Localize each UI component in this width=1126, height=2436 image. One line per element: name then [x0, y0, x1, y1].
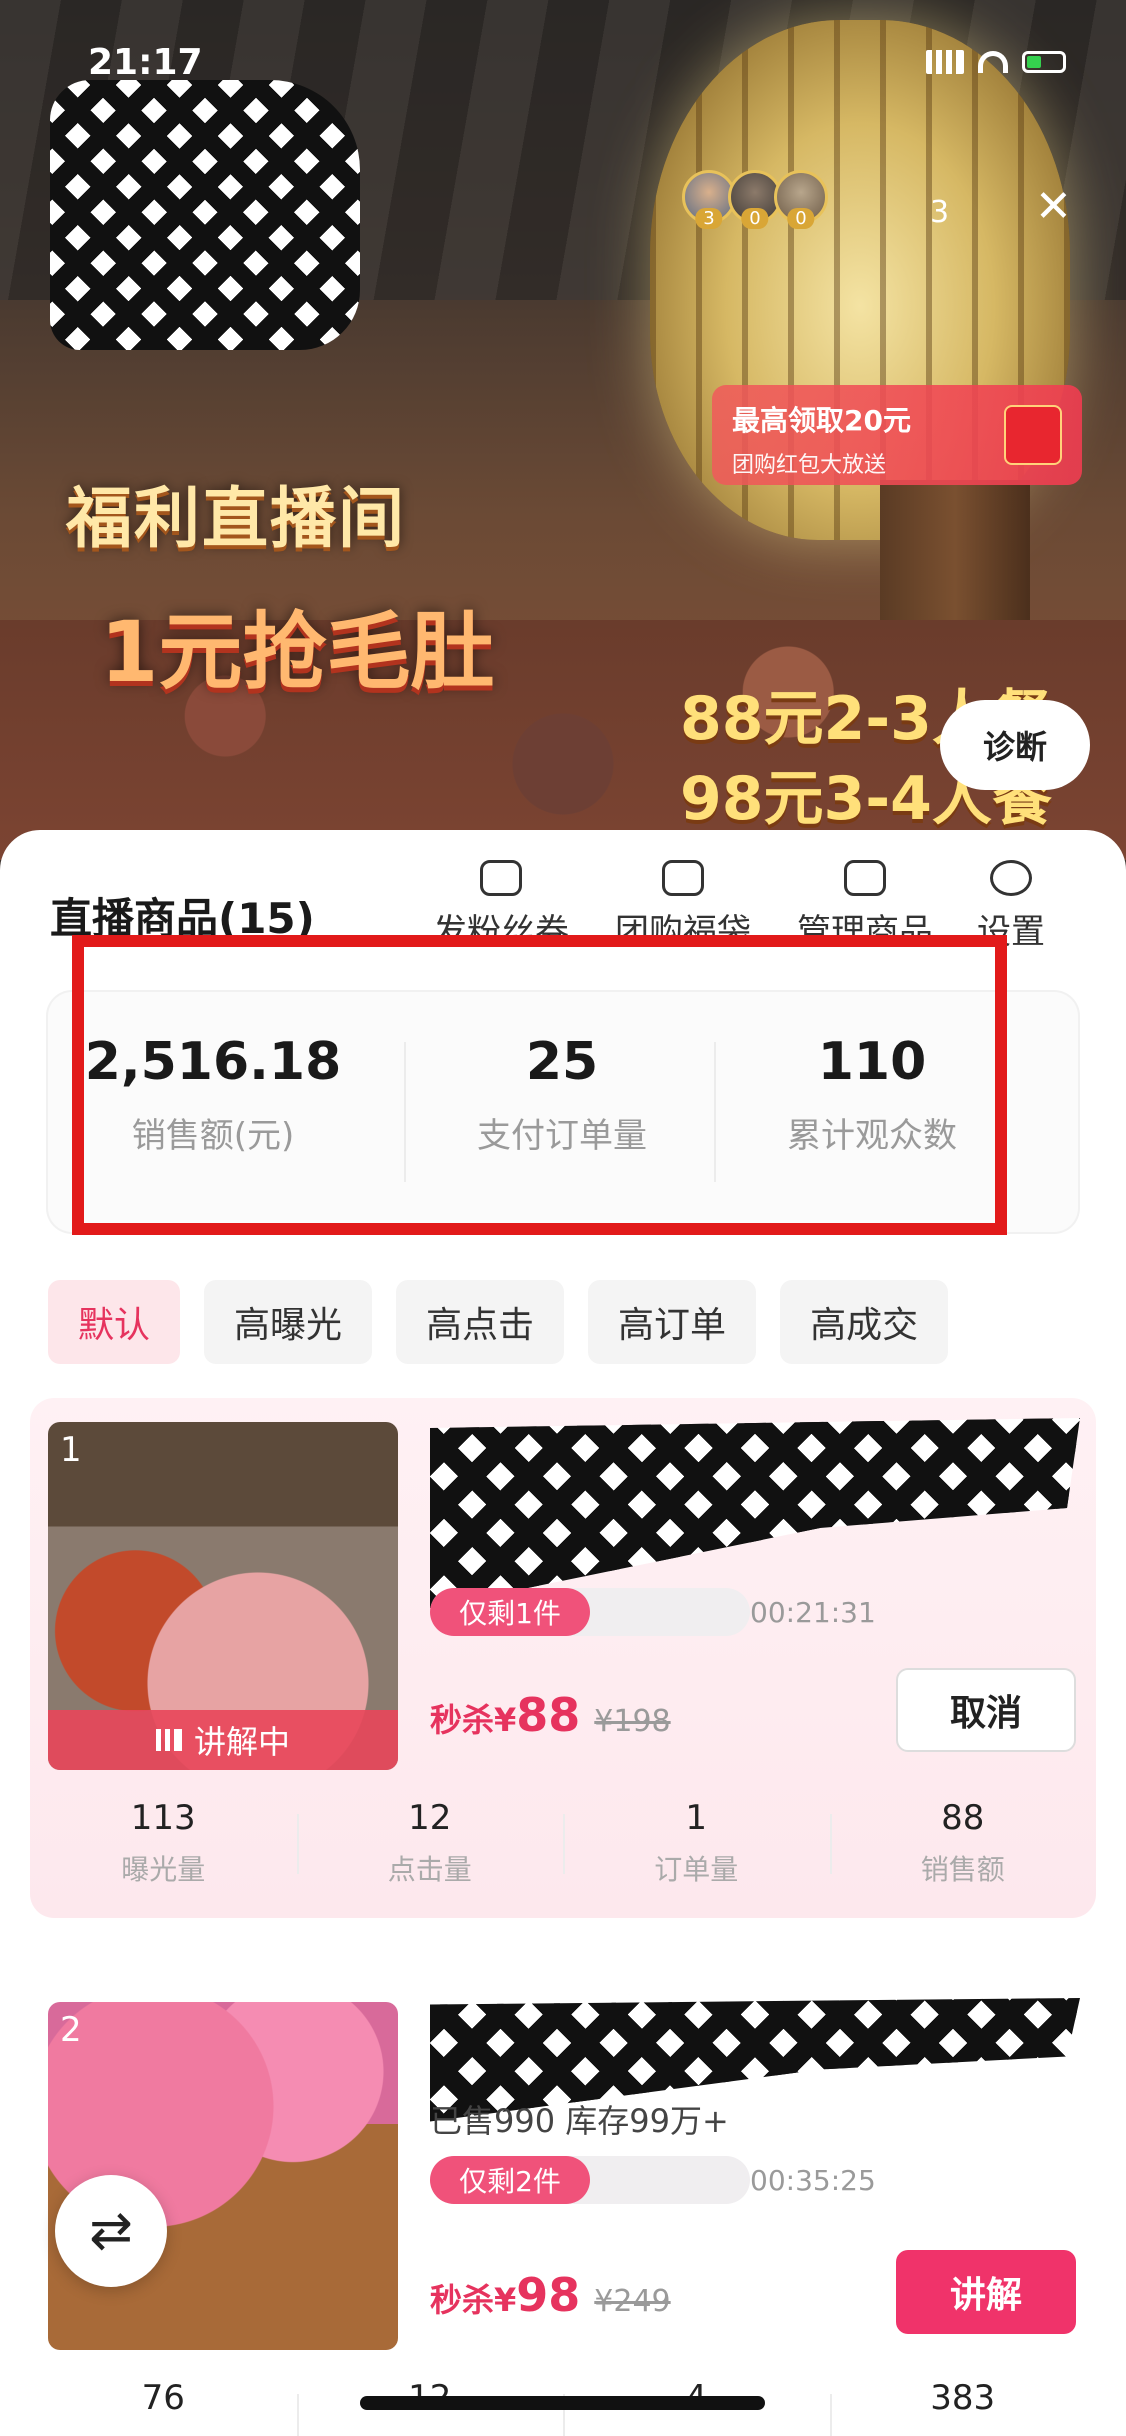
ticket-icon	[480, 860, 522, 896]
red-envelope-icon	[1004, 405, 1062, 465]
metric-label: 订单量	[654, 1853, 739, 1886]
countdown-timer: 00:35:25	[750, 2164, 876, 2197]
metric-orders: 1 订单量	[563, 1798, 830, 1888]
price-row: 秒杀¥98 ¥249	[430, 2268, 671, 2322]
red-packet-banner[interactable]: 最高领取20元 团购红包大放送	[712, 385, 1082, 485]
battery-icon	[1022, 51, 1066, 73]
gear-icon	[990, 860, 1032, 896]
status-time: 21:17	[88, 42, 203, 83]
stock-bar: 仅剩2件	[430, 2156, 750, 2204]
cancel-button[interactable]: 取消	[896, 1668, 1076, 1752]
filter-default[interactable]: 默认	[48, 1280, 181, 1364]
explaining-label: 讲解中	[193, 1723, 290, 1761]
metric-exposure: 76	[30, 2378, 297, 2418]
close-icon[interactable]: ✕	[1035, 185, 1072, 229]
product-rank: 2	[60, 2010, 82, 2050]
sort-filters: 默认 高曝光 高点击 高订单 高成交	[48, 1280, 949, 1364]
metric-value: 1	[685, 1798, 708, 1838]
signal-icon	[926, 50, 964, 74]
metric-sales: 383	[829, 2378, 1097, 2436]
avatar-badge: 0	[787, 208, 815, 229]
home-indicator[interactable]	[360, 2396, 765, 2410]
price-prefix: 秒杀¥	[430, 1701, 517, 1739]
metric-label: 点击量	[387, 1853, 472, 1886]
viewer-count[interactable]: 3	[930, 195, 949, 230]
original-price: ¥198	[594, 1704, 671, 1739]
price-value: 98	[516, 2268, 581, 2322]
metric-sales: 88 销售额	[829, 1798, 1097, 1888]
diagnose-button[interactable]: 诊断	[940, 700, 1090, 790]
wifi-icon	[978, 51, 1008, 73]
avatar[interactable]: 0	[774, 170, 828, 229]
filter-high-orders[interactable]: 高订单	[588, 1280, 757, 1364]
avatar-badge: 0	[741, 208, 769, 229]
shop-icon	[844, 860, 886, 896]
bag-icon	[662, 860, 704, 896]
stock-label: 仅剩1件	[430, 1588, 590, 1636]
status-icons	[926, 50, 1066, 74]
flash-price: 秒杀¥88	[430, 1688, 580, 1742]
filter-high-clicks[interactable]: 高点击	[396, 1280, 565, 1364]
metric-label: 销售额	[920, 1853, 1005, 1886]
original-price: ¥249	[594, 2284, 671, 2319]
metric-value: 76	[141, 2378, 185, 2418]
metric-value: 88	[941, 1798, 985, 1838]
price-row: 秒杀¥88 ¥198	[430, 1688, 671, 1742]
red-highlight-box	[72, 935, 1007, 1235]
metric-label: 曝光量	[121, 1853, 206, 1886]
metric-value: 113	[130, 1798, 196, 1838]
stream-headline: 福利直播间	[66, 480, 406, 557]
explaining-badge: 讲解中	[48, 1710, 398, 1770]
metric-value: 383	[930, 2378, 996, 2418]
price-value: 88	[516, 1688, 581, 1742]
live-stream-view: 21:17 3 0 0 3 ✕ 最高领取20元 团购红包大放送 福利直播间 1元…	[0, 0, 1126, 860]
flash-price: 秒杀¥98	[430, 2268, 580, 2322]
metric-exposure: 113 曝光量	[30, 1798, 297, 1888]
filter-high-deals[interactable]: 高成交	[780, 1280, 949, 1364]
metric-value: 12	[408, 1798, 452, 1838]
bars-icon	[155, 1729, 182, 1751]
product-rank: 1	[60, 1430, 82, 1470]
product-card[interactable]: 1 讲解中 仅剩1件 00:21:31 秒杀¥88 ¥198 取消 113 曝光…	[30, 1398, 1096, 1918]
swap-icon[interactable]: ⇄	[55, 2175, 167, 2287]
main-deal: 1元抢毛肚	[100, 603, 495, 701]
explain-button[interactable]: 讲解	[896, 2250, 1076, 2334]
top-viewers[interactable]: 3 0 0	[682, 170, 828, 229]
product-thumbnail[interactable]: 1 讲解中	[48, 1422, 398, 1770]
product-metrics: 113 曝光量 12 点击量 1 订单量 88 销售额	[30, 1798, 1096, 1888]
censored-area	[50, 80, 360, 350]
stock-label: 仅剩2件	[430, 2156, 590, 2204]
countdown-timer: 00:21:31	[750, 1596, 876, 1629]
price-prefix: 秒杀¥	[430, 2281, 517, 2319]
metric-clicks: 12 点击量	[296, 1798, 564, 1888]
filter-high-exposure[interactable]: 高曝光	[204, 1280, 373, 1364]
stock-bar: 仅剩1件	[430, 1588, 750, 1636]
live-products-panel: 直播商品(15) 发粉丝券 团购福袋 管理商品 设置 2,516.18 销售额(…	[0, 830, 1126, 2436]
sold-stock-text: 已售990 库存99万+	[430, 2102, 729, 2140]
avatar-badge: 3	[695, 208, 723, 229]
product-card[interactable]: 2 已售990 库存99万+ 仅剩2件 00:35:25 秒杀¥98 ¥249 …	[30, 1978, 1096, 2436]
